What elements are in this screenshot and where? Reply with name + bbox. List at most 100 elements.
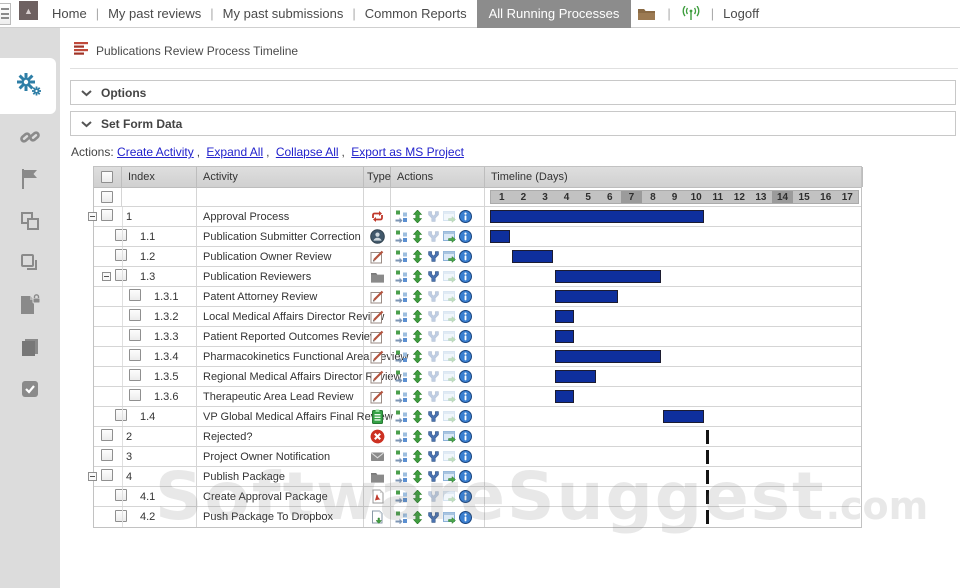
collapse-expander[interactable]: [88, 472, 97, 481]
select-all-checkbox[interactable]: [101, 171, 113, 183]
sidebar-item-duplicate[interactable]: [0, 244, 60, 286]
add-child-icon[interactable]: [395, 370, 408, 383]
add-child-icon[interactable]: [395, 250, 408, 263]
move-icon[interactable]: [411, 290, 424, 303]
open-window-icon[interactable]: [443, 410, 456, 423]
branch-icon[interactable]: [427, 511, 440, 524]
move-icon[interactable]: [411, 310, 424, 323]
add-child-icon[interactable]: [395, 450, 408, 463]
info-icon[interactable]: [459, 511, 472, 524]
open-window-icon[interactable]: [443, 210, 456, 223]
row-checkbox[interactable]: [115, 409, 127, 421]
collapse-all-link[interactable]: Collapse All: [276, 145, 339, 159]
move-icon[interactable]: [411, 390, 424, 403]
info-icon[interactable]: [459, 470, 472, 483]
open-window-icon[interactable]: [443, 310, 456, 323]
row-checkbox[interactable]: [129, 329, 141, 341]
sidebar-item-copy[interactable]: [0, 202, 60, 244]
branch-icon[interactable]: [427, 290, 440, 303]
open-window-icon[interactable]: [443, 230, 456, 243]
row-checkbox[interactable]: [129, 389, 141, 401]
move-icon[interactable]: [411, 430, 424, 443]
row-checkbox[interactable]: [129, 369, 141, 381]
sidebar-item-secure-document[interactable]: [0, 286, 60, 328]
info-icon[interactable]: [459, 350, 472, 363]
branch-icon[interactable]: [427, 410, 440, 423]
move-icon[interactable]: [411, 250, 424, 263]
open-window-icon[interactable]: [443, 511, 456, 524]
add-child-icon[interactable]: [395, 490, 408, 503]
info-icon[interactable]: [459, 490, 472, 503]
branch-icon[interactable]: [427, 350, 440, 363]
info-icon[interactable]: [459, 370, 472, 383]
row-checkbox[interactable]: [129, 309, 141, 321]
row-checkbox[interactable]: [129, 289, 141, 301]
open-window-icon[interactable]: [443, 430, 456, 443]
nav-item-logoff[interactable]: Logoff: [719, 6, 763, 21]
move-icon[interactable]: [411, 210, 424, 223]
branch-icon[interactable]: [427, 390, 440, 403]
branch-icon[interactable]: [427, 270, 440, 283]
move-icon[interactable]: [411, 370, 424, 383]
add-child-icon[interactable]: [395, 410, 408, 423]
move-icon[interactable]: [411, 470, 424, 483]
create-activity-link[interactable]: Create Activity: [117, 145, 194, 159]
info-icon[interactable]: [459, 250, 472, 263]
row-checkbox[interactable]: [101, 469, 113, 481]
export-ms-project-link[interactable]: Export as MS Project: [351, 145, 464, 159]
nav-item-home[interactable]: Home: [48, 6, 91, 21]
open-window-icon[interactable]: [443, 390, 456, 403]
move-icon[interactable]: [411, 350, 424, 363]
sidebar-item-settings[interactable]: [0, 58, 56, 114]
branch-icon[interactable]: [427, 470, 440, 483]
sidebar-item-documents[interactable]: [0, 328, 60, 370]
sidebar-item-links[interactable]: [0, 118, 60, 160]
add-child-icon[interactable]: [395, 390, 408, 403]
nav-item-my-past-submissions[interactable]: My past submissions: [219, 6, 348, 21]
branch-icon[interactable]: [427, 370, 440, 383]
open-window-icon[interactable]: [443, 450, 456, 463]
info-icon[interactable]: [459, 210, 472, 223]
open-window-icon[interactable]: [443, 270, 456, 283]
add-child-icon[interactable]: [395, 470, 408, 483]
sidebar-item-flags[interactable]: [0, 160, 60, 202]
nav-item-my-past-reviews[interactable]: My past reviews: [104, 6, 205, 21]
collapse-expander[interactable]: [88, 212, 97, 221]
row-checkbox[interactable]: [115, 489, 127, 501]
add-child-icon[interactable]: [395, 230, 408, 243]
signal-icon[interactable]: [682, 6, 700, 21]
move-icon[interactable]: [411, 330, 424, 343]
add-child-icon[interactable]: [395, 350, 408, 363]
row-checkbox[interactable]: [101, 449, 113, 461]
branch-icon[interactable]: [427, 310, 440, 323]
add-child-icon[interactable]: [395, 511, 408, 524]
nav-item-common-reports[interactable]: Common Reports: [361, 6, 471, 21]
info-icon[interactable]: [459, 410, 472, 423]
menu-icon[interactable]: [0, 3, 11, 25]
row-checkbox[interactable]: [115, 229, 127, 241]
open-window-icon[interactable]: [443, 370, 456, 383]
move-icon[interactable]: [411, 270, 424, 283]
row-checkbox[interactable]: [101, 429, 113, 441]
row-checkbox[interactable]: [129, 349, 141, 361]
branch-icon[interactable]: [427, 490, 440, 503]
info-icon[interactable]: [459, 310, 472, 323]
info-icon[interactable]: [459, 430, 472, 443]
move-icon[interactable]: [411, 511, 424, 524]
add-child-icon[interactable]: [395, 310, 408, 323]
row-checkbox[interactable]: [115, 510, 127, 522]
info-icon[interactable]: [459, 230, 472, 243]
add-child-icon[interactable]: [395, 270, 408, 283]
panel-set-form-data[interactable]: Set Form Data: [70, 111, 956, 136]
move-icon[interactable]: [411, 450, 424, 463]
add-child-icon[interactable]: [395, 430, 408, 443]
panel-options[interactable]: Options: [70, 80, 956, 105]
branch-icon[interactable]: [427, 230, 440, 243]
branch-icon[interactable]: [427, 430, 440, 443]
info-icon[interactable]: [459, 450, 472, 463]
collapse-up-icon[interactable]: ▲: [19, 1, 38, 20]
info-icon[interactable]: [459, 390, 472, 403]
sidebar-item-tasks[interactable]: [0, 370, 60, 412]
add-child-icon[interactable]: [395, 330, 408, 343]
folder-icon[interactable]: [637, 6, 656, 21]
